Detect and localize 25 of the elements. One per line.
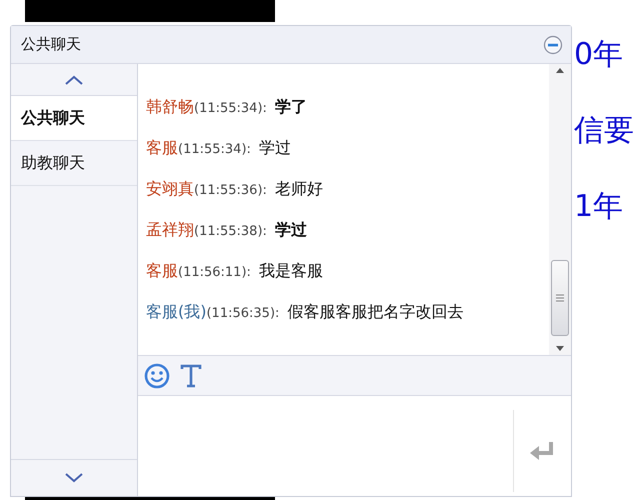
chat-message: 韩舒畅(11:55:34): 学了 (146, 96, 308, 118)
scroll-down-icon[interactable] (556, 346, 564, 351)
panel-title: 公共聊天 (21, 34, 81, 56)
send-button[interactable] (513, 396, 571, 496)
scroll-up-icon[interactable] (64, 74, 84, 84)
chat-message: 安翊真(11:55:36): 老师好 (146, 178, 324, 200)
scroll-up-icon[interactable] (556, 68, 564, 73)
scroll-thumb[interactable] (551, 260, 569, 336)
scrollbar[interactable] (549, 64, 571, 355)
slide-text: 0年 (574, 40, 624, 70)
emoji-icon[interactable] (144, 362, 170, 388)
minimize-icon[interactable] (543, 34, 563, 54)
chat-message: 客服(我)(11:56:35): 假客服客服把名字改回去 (146, 301, 464, 323)
chat-tab[interactable]: 助教聊天 (11, 141, 137, 186)
enter-icon (529, 441, 555, 461)
scroll-down-icon[interactable] (64, 473, 84, 483)
font-icon[interactable] (180, 364, 202, 388)
slide-text: 信要 (574, 116, 635, 146)
grip-icon (556, 294, 564, 302)
slide-text: 1年 (574, 192, 624, 222)
chat-message: 客服(11:55:34): 学过 (146, 137, 292, 159)
message-input[interactable] (138, 396, 513, 496)
chat-tab[interactable]: 公共聊天 (11, 96, 137, 141)
chat-message: 孟祥翔(11:55:38): 学过 (146, 219, 308, 241)
chat-message: 客服(11:56:11): 我是客服 (146, 260, 324, 282)
